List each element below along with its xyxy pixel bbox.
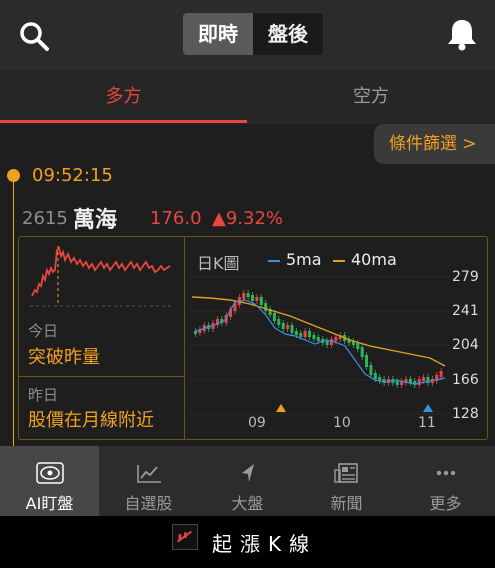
kline-gridlines <box>190 276 450 415</box>
candle <box>277 319 281 325</box>
more-dots-icon <box>436 470 456 476</box>
direction-tabs: 多方 空方 <box>0 70 495 124</box>
candle <box>369 365 373 375</box>
nav-more[interactable]: 更多 <box>396 446 495 516</box>
y-tick-label: 166 <box>452 372 479 388</box>
stock-change: ▲9.32% <box>212 208 284 229</box>
alert-time: 09:52:15 <box>32 165 113 186</box>
kline-chart[interactable] <box>190 270 450 420</box>
nav-market[interactable]: 大盤 <box>198 446 297 516</box>
candle <box>272 313 276 321</box>
y-tick-label: 128 <box>452 406 479 422</box>
candle <box>259 297 263 305</box>
candle <box>325 341 329 345</box>
bottom-nav: AI盯盤 自選股 大盤 新聞 更多 <box>0 446 495 516</box>
tab-short[interactable]: 空方 <box>247 70 495 124</box>
candle <box>286 325 290 329</box>
brand-name: 起漲K線 <box>212 532 318 556</box>
candle <box>422 377 426 381</box>
yesterday-label: 昨日 <box>28 386 59 404</box>
candle <box>356 343 360 349</box>
segment-aftermarket[interactable]: 盤後 <box>253 13 323 55</box>
candle <box>255 297 259 301</box>
candle <box>303 331 307 337</box>
segment-realtime[interactable]: 即時 <box>183 13 253 55</box>
today-value: 突破昨量 <box>28 347 100 368</box>
candle <box>334 337 338 341</box>
navigation-arrow-icon <box>242 464 254 482</box>
nav-ai-watch[interactable]: AI盯盤 <box>0 446 99 516</box>
candle <box>365 355 369 367</box>
nav-watchlist[interactable]: 自選股 <box>99 446 198 516</box>
signal-marker <box>423 404 433 412</box>
today-label: 今日 <box>28 322 59 340</box>
y-tick-label: 204 <box>452 337 479 353</box>
card-divider <box>18 376 185 377</box>
candle <box>299 333 303 337</box>
top-bar: 即時 盤後 <box>0 0 495 70</box>
candle <box>251 295 255 301</box>
ma40-line <box>191 296 446 367</box>
active-tab-indicator <box>0 120 247 123</box>
candle <box>373 373 377 379</box>
newspaper-icon <box>334 463 358 483</box>
yesterday-value: 股價在月線附近 <box>28 410 154 431</box>
filter-button[interactable]: 條件篩選 > <box>374 124 495 164</box>
timeline-dot <box>7 169 20 182</box>
stock-code[interactable]: 2615 <box>22 208 68 229</box>
candle <box>395 381 399 385</box>
chart-line-icon <box>137 465 161 483</box>
legend-5ma: 5ma <box>268 250 322 269</box>
tab-long[interactable]: 多方 <box>0 70 247 124</box>
bell-icon[interactable] <box>444 16 480 52</box>
candle <box>290 325 294 333</box>
app-logo <box>172 524 198 550</box>
candle <box>294 331 298 335</box>
y-tick-label: 279 <box>452 269 479 285</box>
timeline-line <box>13 176 14 446</box>
intraday-mini-chart <box>30 246 172 307</box>
candle <box>316 337 320 341</box>
signal-marker <box>276 404 286 412</box>
candle <box>417 379 421 385</box>
intraday-price-line <box>31 246 171 297</box>
realtime-aftermarket-toggle: 即時 盤後 <box>183 13 323 55</box>
kline-candles <box>194 290 443 388</box>
eye-icon <box>36 462 64 484</box>
y-tick-label: 241 <box>452 303 479 319</box>
candle <box>246 293 250 297</box>
candle <box>264 303 268 311</box>
stock-name[interactable]: 萬海 <box>73 202 117 234</box>
search-icon[interactable] <box>18 20 50 52</box>
candle <box>242 293 246 299</box>
candle <box>360 347 364 357</box>
legend-40ma: 40ma <box>333 250 397 269</box>
candle <box>312 335 316 339</box>
candle <box>439 371 443 377</box>
stock-price: 176.0 <box>150 208 202 229</box>
nav-news[interactable]: 新聞 <box>297 446 396 516</box>
candle <box>308 331 312 337</box>
candle <box>281 323 285 329</box>
